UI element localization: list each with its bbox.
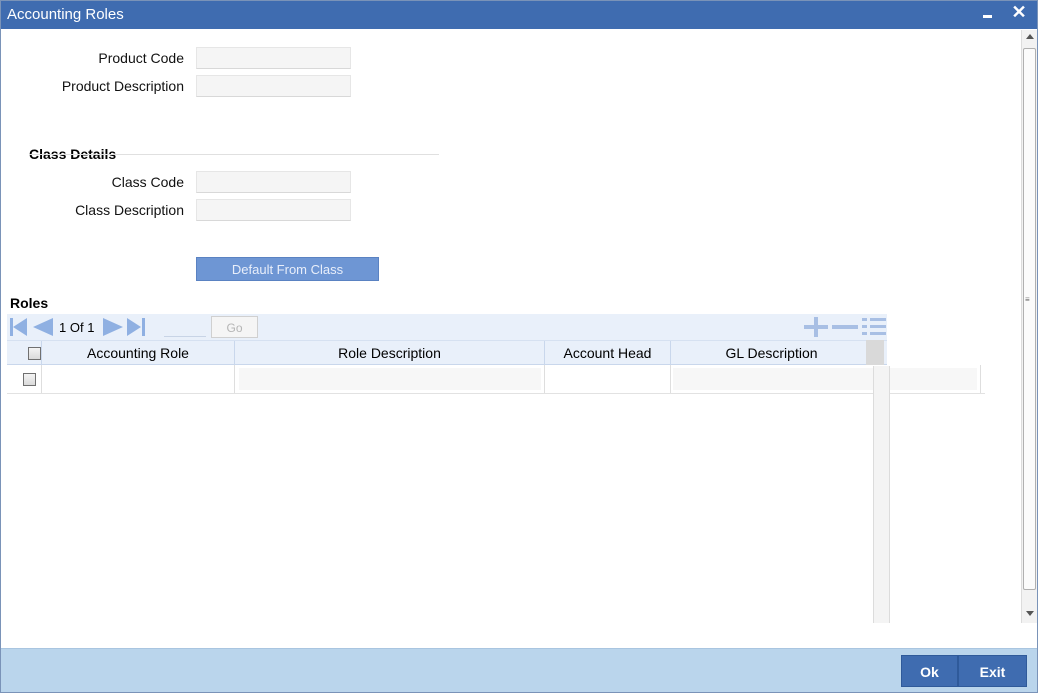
column-header-role-description[interactable]: Role Description	[235, 341, 545, 365]
class-description-label: Class Description	[75, 202, 184, 218]
pager-current: 1	[59, 320, 67, 335]
title-bar: Accounting Roles ✕	[1, 1, 1037, 29]
window-title: Accounting Roles	[7, 6, 124, 23]
form-vertical-scrollbar[interactable]: ≡	[1021, 30, 1037, 623]
next-page-icon[interactable]	[103, 318, 123, 336]
scroll-grip-icon: ≡	[1025, 295, 1030, 304]
accounting-role-cell	[42, 365, 235, 393]
product-code-label: Product Code	[98, 50, 184, 66]
select-all-cell	[7, 341, 42, 365]
close-icon[interactable]: ✕	[1009, 1, 1029, 23]
accounting-role-input[interactable]	[45, 368, 231, 390]
product-code-field[interactable]	[196, 47, 351, 69]
class-details-divider	[29, 154, 439, 155]
account-head-input[interactable]	[548, 368, 667, 390]
role-description-cell	[235, 365, 545, 393]
role-description-input[interactable]	[239, 368, 541, 390]
row-select-cell	[7, 365, 42, 393]
table-row	[7, 365, 985, 394]
default-from-class-button[interactable]: Default From Class	[196, 257, 379, 281]
row-checkbox[interactable]	[23, 373, 36, 386]
accounting-roles-window: Accounting Roles ✕ Product Code Product …	[0, 0, 1038, 693]
select-all-checkbox[interactable]	[28, 347, 41, 360]
pager-total: 1	[87, 320, 95, 335]
roles-grid-header: Accounting Role Role Description Account…	[7, 340, 887, 365]
product-description-label: Product Description	[61, 78, 184, 94]
gl-description-input[interactable]	[673, 368, 977, 390]
dialog-footer: Ok Exit	[1, 648, 1037, 692]
prev-page-icon[interactable]	[33, 318, 53, 336]
ok-button[interactable]: Ok	[901, 655, 958, 687]
form-content: Product Code Product Description Class D…	[1, 29, 1021, 623]
last-page-icon[interactable]	[127, 318, 147, 336]
account-head-cell	[545, 365, 671, 393]
roles-heading: Roles	[10, 295, 49, 311]
grid-header-scroll-corner	[866, 340, 884, 365]
class-description-field[interactable]	[196, 199, 351, 221]
minimize-icon[interactable]	[979, 4, 997, 24]
exit-button[interactable]: Exit	[958, 655, 1027, 687]
grid-vertical-scrollbar[interactable]	[873, 366, 890, 623]
go-button[interactable]: Go	[211, 316, 258, 338]
column-header-accounting-role[interactable]: Accounting Role	[42, 341, 235, 365]
product-description-field[interactable]	[196, 75, 351, 97]
column-header-gl-description[interactable]: GL Description	[671, 341, 872, 365]
pager-of: Of	[69, 320, 84, 335]
pager-status: 1 Of 1	[59, 320, 94, 335]
scroll-up-icon[interactable]	[1026, 34, 1034, 39]
add-row-icon[interactable]	[804, 317, 828, 337]
column-header-account-head[interactable]: Account Head	[545, 341, 671, 365]
gl-description-cell	[671, 365, 981, 393]
single-view-icon[interactable]	[862, 317, 886, 337]
scroll-thumb[interactable]	[1023, 48, 1036, 590]
scroll-down-icon[interactable]	[1026, 611, 1034, 616]
class-code-field[interactable]	[196, 171, 351, 193]
page-number-input[interactable]	[164, 317, 206, 337]
roles-grid-toolbar: 1 Of 1 Go	[7, 314, 887, 340]
class-code-label: Class Code	[111, 174, 184, 190]
first-page-icon[interactable]	[10, 318, 28, 336]
delete-row-icon[interactable]	[832, 325, 858, 329]
